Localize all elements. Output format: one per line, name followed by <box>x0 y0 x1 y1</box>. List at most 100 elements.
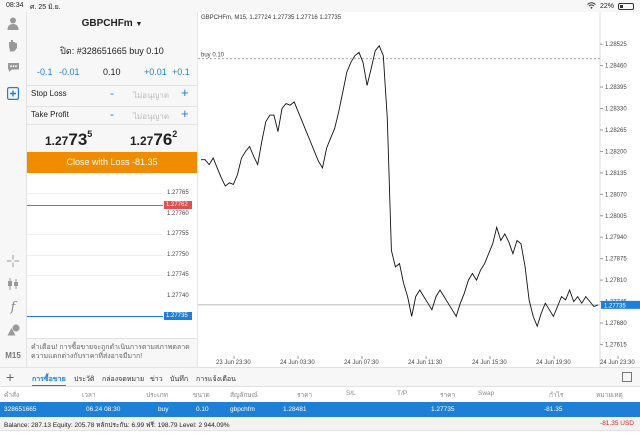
col-time: เวลา <box>82 392 96 399</box>
wifi-icon <box>587 2 596 11</box>
objects-icon[interactable] <box>3 321 23 339</box>
time-label: 24 Jun 11:30 <box>408 360 443 366</box>
col-sl: S/L <box>346 390 356 397</box>
price-series-line <box>201 44 599 328</box>
main-chart[interactable]: GBPCHFm, M15, 1.27724 1.27735 1.27716 1.… <box>197 12 640 367</box>
chat-icon[interactable] <box>3 58 23 76</box>
symbol-name: GBPCHFm <box>81 18 133 29</box>
stop-loss-plus-button[interactable]: + <box>181 85 189 100</box>
mini-level-label: 1.27750 <box>167 252 189 258</box>
status-right: 22% <box>587 2 634 11</box>
mini-grid-line <box>27 193 163 194</box>
take-profit-value[interactable]: ไม่อนุญาต <box>133 110 169 123</box>
price-label: 1.28070 <box>605 192 627 198</box>
volume-minus-big[interactable]: -0.1 <box>37 67 53 77</box>
chart-svg: 1.28525 1.28460 1.28395 1.28330 1.28265 1.282… <box>198 12 640 367</box>
row-price: 1.27735 <box>431 406 455 413</box>
price-label: 1.28330 <box>605 107 627 113</box>
col-profit: กำไร <box>549 392 564 399</box>
col-order: คำสั่ง <box>4 392 20 399</box>
volume-row: -0.1 -0.01 0.10 +0.01 +0.1 <box>27 67 197 81</box>
price-label: 1.28200 <box>605 149 627 155</box>
left-toolbar: 𝑓 M15 <box>0 12 27 367</box>
execution-warning: คำเตือน! การซื้อขายจะถูกดำเนินการตามสภาพ… <box>27 338 197 367</box>
price-label: 1.28135 <box>605 171 627 177</box>
person-icon[interactable] <box>3 14 23 32</box>
stop-loss-label: Stop Loss <box>31 89 67 98</box>
col-tp: T/P <box>397 390 408 397</box>
tab-history[interactable]: ประวัติ <box>74 374 94 385</box>
volume-plus-small[interactable]: +0.01 <box>144 67 167 77</box>
row-size: 0.10 <box>196 406 209 413</box>
mini-level-label: 1.27765 <box>167 190 189 196</box>
volume-plus-big[interactable]: +0.1 <box>172 67 190 77</box>
bid-small: 5 <box>87 129 93 139</box>
mini-level-label: 1.27745 <box>167 272 189 278</box>
new-order-icon[interactable] <box>3 84 23 102</box>
tab-journal[interactable]: บันทึก <box>170 374 188 385</box>
take-profit-minus-button[interactable]: - <box>110 107 114 121</box>
ask-price-line <box>27 205 163 206</box>
time-label: 24 Jun 07:30 <box>344 360 379 366</box>
tab-trade[interactable]: การซื้อขาย <box>32 374 66 386</box>
candles-icon[interactable] <box>3 275 23 293</box>
symbol-selector[interactable]: GBPCHFm ▼ <box>27 18 197 29</box>
col-type: ประเภท <box>146 392 168 399</box>
take-profit-row: Take Profit - ไม่อนุญาต + <box>27 106 197 122</box>
ask-quote: 1.27762 <box>130 129 178 150</box>
status-time: 08:34 <box>6 2 24 9</box>
row-profit: -81.35 <box>544 406 563 413</box>
price-label: 1.28005 <box>605 214 627 220</box>
ask-big: 76 <box>153 130 173 149</box>
mini-grid-line <box>27 275 163 276</box>
trade-table-header: คำสั่ง เวลา ประเภท ขนาด สัญลักษณ์ ราคา S… <box>0 387 640 401</box>
function-icon[interactable]: 𝑓 <box>3 298 23 316</box>
tab-alerts[interactable]: การแจ้งเตือน <box>196 374 236 385</box>
stop-loss-value[interactable]: ไม่อนุญาต <box>133 89 169 102</box>
stop-loss-row: Stop Loss - ไม่อนุญาต + <box>27 85 197 101</box>
stop-loss-minus-button[interactable]: - <box>110 86 114 100</box>
bid-quote: 1.27735 <box>45 129 93 150</box>
row-open-price: 1.28481 <box>283 406 307 413</box>
tab-news[interactable]: ข่าว <box>150 374 163 385</box>
price-label: 1.28525 <box>605 42 627 48</box>
ask-small: 2 <box>172 129 178 139</box>
col-comment: หมายเหตุ <box>596 392 623 399</box>
take-profit-label: Take Profit <box>31 110 69 119</box>
bottom-area <box>0 431 640 447</box>
trade-tabs-bar: + การซื้อขาย ประวัติ กล่องจดหมาย ข่าว บั… <box>0 367 640 387</box>
price-label: 1.28460 <box>605 64 627 70</box>
table-row[interactable]: 328651665 06.24 08:30 buy 0.10 gbpchfm 1… <box>0 402 640 417</box>
crosshair-icon[interactable] <box>3 252 23 270</box>
bid-price-line <box>27 316 163 317</box>
row-type: buy <box>158 406 169 413</box>
balance-bar: Balance: 287.13 Equity: 205.78 หลักประกั… <box>0 417 640 431</box>
col-price: ราคา <box>440 392 456 399</box>
ask-price-tag: 1.27762 <box>164 201 192 209</box>
price-label: 1.27875 <box>605 257 627 263</box>
row-symbol: gbpchfm <box>230 406 255 413</box>
volume-value[interactable]: 0.10 <box>103 67 121 77</box>
price-label: 1.28395 <box>605 85 627 91</box>
mini-price-chart: 1.27765 1.27760 1.27755 1.27750 1.27745 … <box>27 173 197 338</box>
ask-prefix: 1.27 <box>130 134 154 148</box>
add-icon[interactable]: + <box>6 369 14 385</box>
col-size: ขนาด <box>193 392 210 399</box>
col-symbol: สัญลักษณ์ <box>230 392 258 399</box>
order-line-label: buy 0.10 <box>201 53 225 59</box>
price-label: 1.27615 <box>605 342 627 348</box>
close-with-loss-button[interactable]: Close with Loss -81.35 <box>27 152 197 173</box>
order-panel: GBPCHFm ▼ ปิด: #328651665 buy 0.10 -0.1 … <box>27 12 197 173</box>
expand-icon[interactable] <box>622 372 632 382</box>
tab-mailbox[interactable]: กล่องจดหมาย <box>102 374 144 385</box>
current-price-label: 1.27735 <box>604 303 626 309</box>
take-profit-plus-button[interactable]: + <box>181 106 189 121</box>
timeframe-button[interactable]: M15 <box>3 346 23 364</box>
volume-minus-small[interactable]: -0.01 <box>59 67 80 77</box>
mini-level-label: 1.27760 <box>167 211 189 217</box>
time-label: 24 Jun 03:30 <box>280 360 315 366</box>
mini-level-label: 1.27755 <box>167 231 189 237</box>
time-label: 23 Jun 23:30 <box>216 360 251 366</box>
time-label: 24 Jun 19:30 <box>536 360 571 366</box>
hand-icon[interactable] <box>3 36 23 54</box>
